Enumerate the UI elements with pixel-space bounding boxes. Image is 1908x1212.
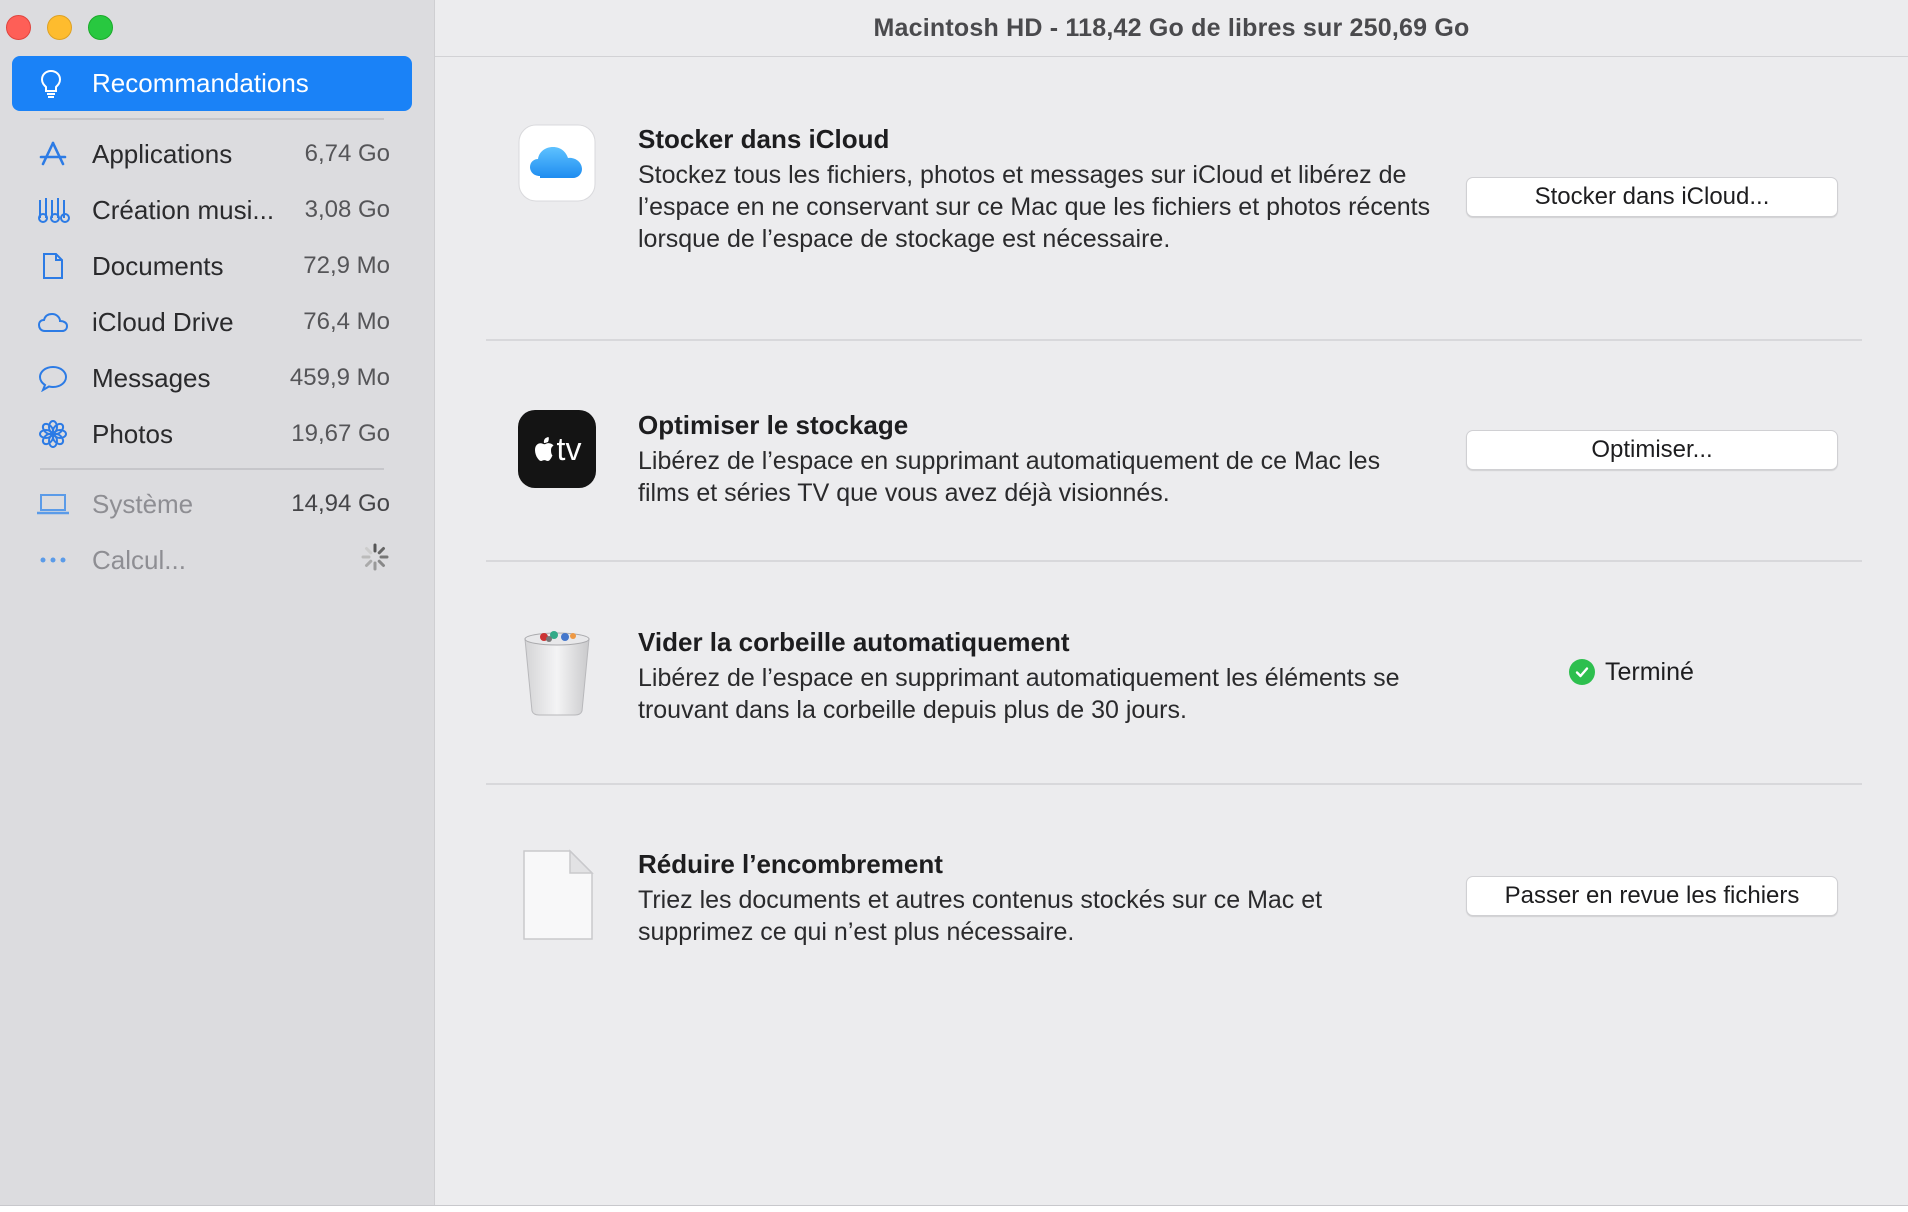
recommendation-description: Libérez de l’espace en supprimant automa… (638, 447, 1381, 507)
sidebar-item-icloud-drive[interactable]: iCloud Drive 76,4 Mo (12, 296, 412, 348)
sidebar-item-recommandations[interactable]: Recommandations (12, 56, 412, 111)
title-bar: Macintosh HD - 118,42 Go de libres sur 2… (435, 0, 1908, 57)
recommendation-text: Optimiser le stockage Libérez de l’espac… (638, 410, 1438, 509)
sidebar-item-size: 19,67 Go (291, 420, 390, 447)
apple-tv-icon: tv (518, 410, 596, 488)
recommendation-title: Optimiser le stockage (638, 410, 909, 440)
sidebar-item-messages[interactable]: Messages 459,9 Mo (12, 352, 412, 404)
sidebar-item-label: Calcul... (92, 544, 186, 575)
sidebar-item-label: Messages (92, 362, 211, 393)
message-bubble-icon (36, 361, 70, 395)
loading-spinner-icon (360, 542, 390, 579)
sidebar-item-documents[interactable]: Documents 72,9 Mo (12, 240, 412, 292)
zoom-button[interactable] (88, 15, 113, 40)
recommendation-icloud: Stocker dans iCloud Stockez tous les fic… (486, 124, 1862, 284)
recommendation-optimize: tv Optimiser le stockage Libérez de l’es… (486, 410, 1862, 510)
app-store-icon (36, 137, 70, 171)
checkmark-icon (1569, 659, 1595, 685)
sidebar: Recommandations Applications 6,74 Go Cré… (0, 0, 435, 1205)
sidebar-separator (40, 468, 384, 470)
music-creation-icon (36, 193, 70, 227)
section-divider (486, 783, 1862, 785)
recommendation-reduce-clutter: Réduire l’encombrement Triez les documen… (486, 849, 1862, 949)
sidebar-item-calcul: Calcul... (12, 534, 412, 586)
sidebar-item-size: 72,9 Mo (303, 252, 390, 279)
sidebar-item-size: 3,08 Go (304, 196, 390, 223)
sidebar-item-label: Recommandations (92, 68, 309, 98)
recommendation-title: Vider la corbeille automatiquement (638, 627, 1070, 657)
sidebar-item-size: 76,4 Mo (303, 308, 390, 335)
sidebar-separator (40, 118, 384, 120)
status-text: Terminé (1605, 657, 1694, 686)
sidebar-item-size: 459,9 Mo (289, 364, 390, 391)
minimize-button[interactable] (47, 15, 72, 40)
recommendation-description: Libérez de l’espace en supprimant automa… (638, 664, 1400, 724)
sidebar-item-label: Applications (92, 138, 233, 169)
sidebar-item-applications[interactable]: Applications 6,74 Go (12, 128, 412, 180)
recommendation-text: Vider la corbeille automatiquement Libér… (638, 627, 1438, 726)
sidebar-item-systeme: Système 14,94 Go (12, 478, 412, 530)
store-in-icloud-button[interactable]: Stocker dans iCloud... (1466, 177, 1838, 217)
ellipsis-icon (36, 543, 70, 577)
recommendation-description: Triez les documents et autres contenus s… (638, 886, 1323, 946)
sidebar-item-label: Documents (92, 250, 224, 281)
icloud-icon (518, 124, 596, 202)
recommendation-title: Stocker dans iCloud (638, 124, 890, 154)
laptop-icon (36, 487, 70, 521)
recommendation-description: Stockez tous les fichiers, photos et mes… (638, 161, 1431, 253)
window-controls (6, 15, 113, 40)
cloud-icon (36, 305, 70, 339)
review-files-button[interactable]: Passer en revue les fichiers (1466, 876, 1838, 916)
window-title: Macintosh HD - 118,42 Go de libres sur 2… (873, 13, 1470, 42)
sidebar-item-label: iCloud Drive (92, 306, 234, 337)
recommendation-empty-trash: Vider la corbeille automatiquement Libér… (486, 627, 1862, 727)
photos-flower-icon (36, 417, 70, 451)
sidebar-item-size: 6,74 Go (304, 140, 390, 167)
sidebar-item-photos[interactable]: Photos 19,67 Go (12, 408, 412, 460)
section-divider (486, 560, 1862, 562)
lightbulb-icon (36, 67, 66, 101)
apple-tv-label: tv (556, 430, 582, 467)
sidebar-item-label: Système (92, 488, 194, 519)
recommendation-text: Réduire l’encombrement Triez les documen… (638, 849, 1438, 948)
sidebar-item-label: Photos (92, 418, 173, 449)
document-icon (36, 249, 70, 283)
sidebar-item-label: Création musi... (92, 194, 275, 225)
sidebar-item-creation-musicale[interactable]: Création musi... 3,08 Go (12, 184, 412, 236)
blank-document-icon (518, 849, 596, 941)
storage-window: Recommandations Applications 6,74 Go Cré… (0, 0, 1908, 1206)
section-divider (486, 339, 1862, 341)
optimize-button[interactable]: Optimiser... (1466, 430, 1838, 470)
sidebar-item-size: 14,94 Go (291, 490, 390, 517)
completed-status: Terminé (1569, 652, 1694, 692)
recommendation-text: Stocker dans iCloud Stockez tous les fic… (638, 124, 1438, 255)
recommendation-title: Réduire l’encombrement (638, 849, 943, 879)
trash-icon (518, 627, 596, 716)
close-button[interactable] (6, 15, 31, 40)
